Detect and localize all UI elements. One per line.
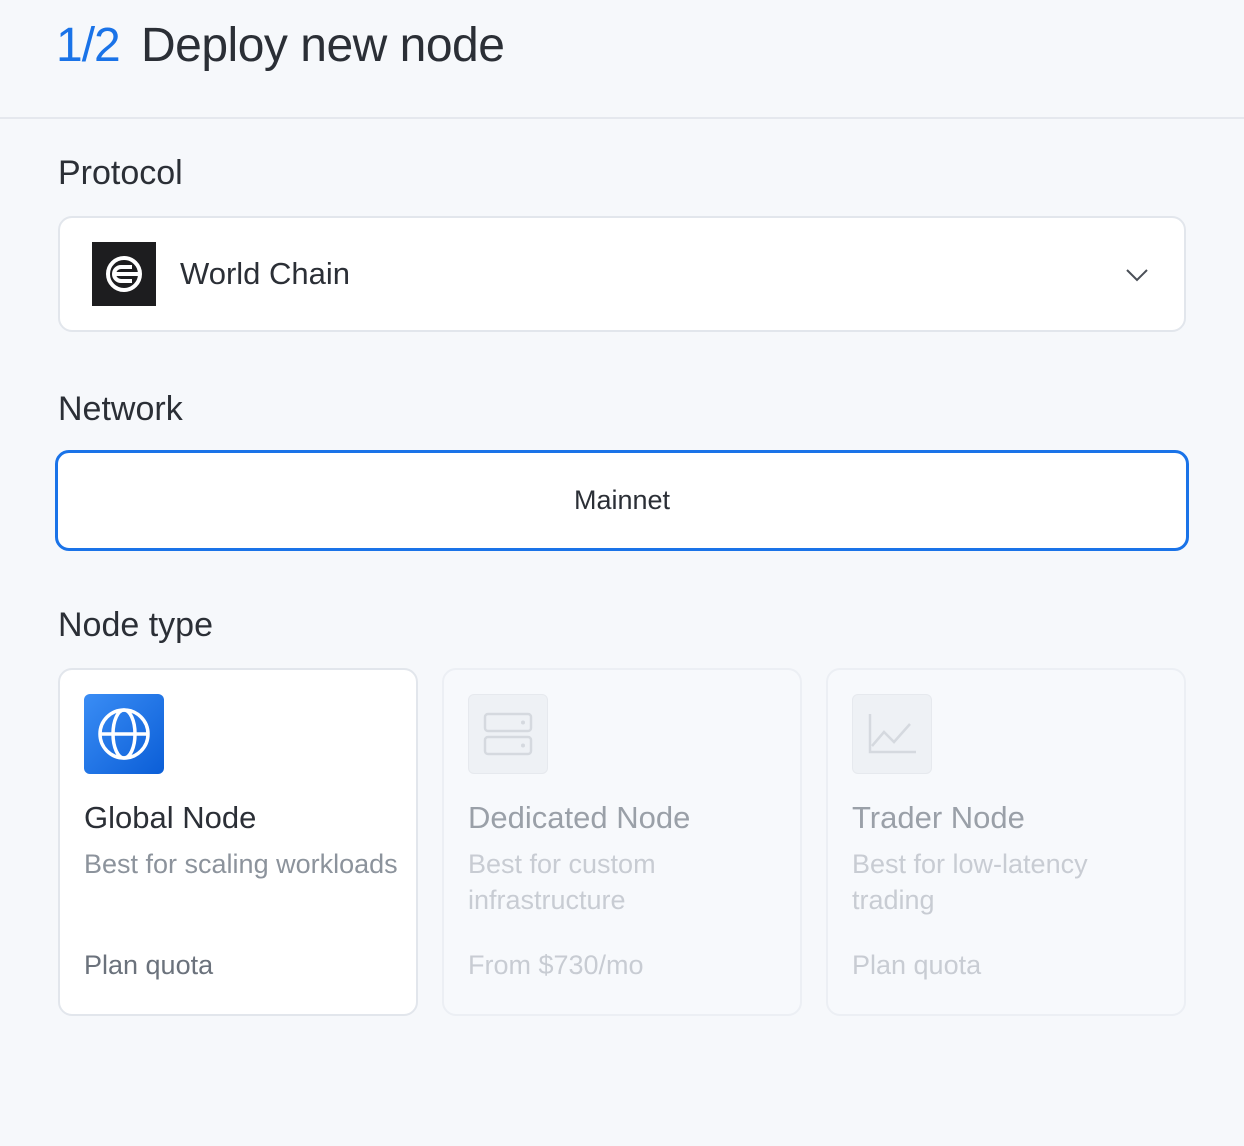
card-title: Global Node (84, 800, 257, 835)
network-option-mainnet[interactable]: Mainnet (55, 450, 1189, 551)
card-price: Plan quota (84, 950, 214, 980)
globe-icon (84, 694, 164, 774)
protocol-dropdown[interactable]: World Chain (58, 216, 1186, 332)
card-description: Best for low-latency trading (852, 849, 1088, 915)
card-price: Plan quota (852, 950, 982, 980)
node-type-card-dedicated[interactable]: Dedicated Node Best for custom infrastru… (442, 668, 802, 1016)
node-type-card-trader[interactable]: Trader Node Best for low-latency trading… (826, 668, 1186, 1016)
network-option-label: Mainnet (573, 485, 671, 515)
card-title: Dedicated Node (468, 800, 691, 835)
page-title: Deploy new node (141, 19, 505, 72)
network-label: Network (58, 390, 183, 428)
server-icon (468, 694, 548, 774)
node-type-card-global[interactable]: Global Node Best for scaling workloads P… (58, 668, 418, 1016)
card-price: From $730/mo (468, 950, 644, 980)
step-indicator: 1/2 (56, 19, 121, 72)
card-title: Trader Node (852, 800, 1025, 835)
protocol-selected-value: World Chain (180, 256, 351, 291)
protocol-label: Protocol (58, 154, 183, 192)
world-chain-logo-icon (92, 242, 156, 306)
chevron-down-icon (1126, 269, 1148, 282)
card-description: Best for scaling workloads (84, 849, 398, 879)
node-type-label: Node type (58, 606, 213, 644)
page-header: 1/2 Deploy new node (0, 0, 1244, 119)
chart-icon (852, 694, 932, 774)
card-description: Best for custom infrastructure (468, 849, 656, 915)
